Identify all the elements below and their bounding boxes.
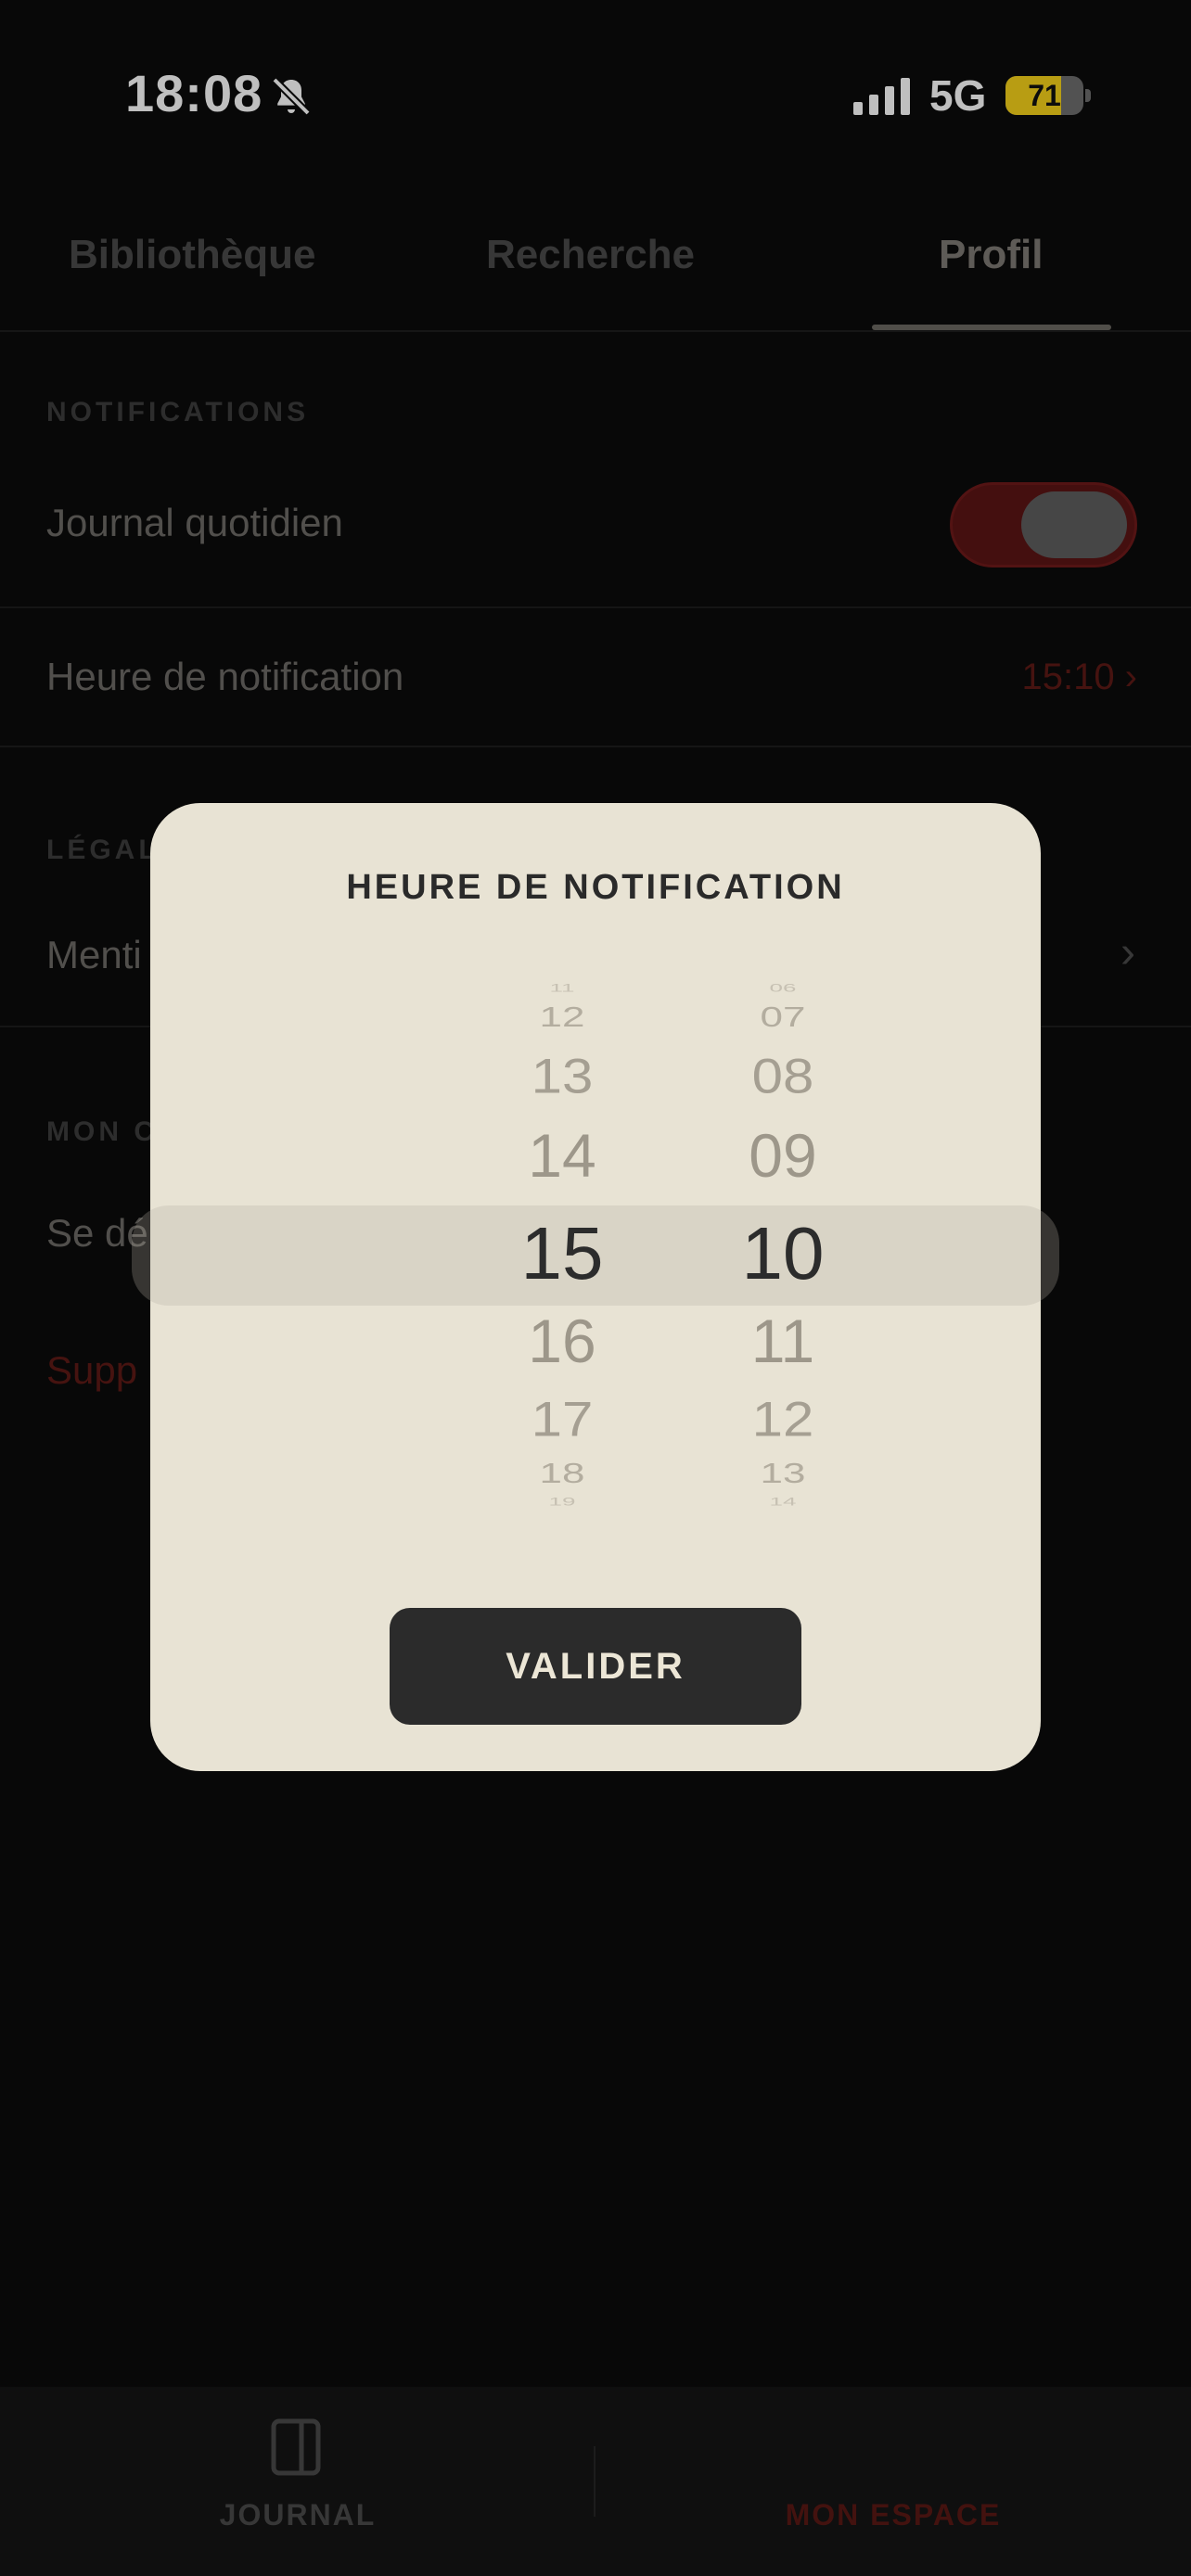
hour-option[interactable]: 11 (469, 982, 655, 995)
minute-option[interactable]: 12 (690, 1391, 876, 1447)
hour-wheel[interactable]: 11 12 13 14 15 16 17 18 19 (469, 979, 655, 1526)
hour-option[interactable]: 19 (469, 1496, 655, 1509)
minute-option[interactable]: 13 (690, 1458, 876, 1490)
time-picker: 11 12 13 14 15 16 17 18 19 06 07 08 09 1… (132, 979, 1059, 1526)
minute-option[interactable]: 08 (690, 1048, 876, 1104)
minute-selected[interactable]: 10 (690, 1211, 876, 1296)
minute-option[interactable]: 14 (690, 1496, 876, 1509)
minute-option[interactable]: 06 (690, 982, 876, 995)
minute-option[interactable]: 07 (690, 1001, 876, 1034)
hour-option[interactable]: 12 (469, 1001, 655, 1034)
modal-title: HEURE DE NOTIFICATION (346, 868, 845, 907)
confirm-button[interactable]: VALIDER (390, 1608, 801, 1725)
hour-option[interactable]: 16 (469, 1306, 655, 1376)
screen: 18:08 5G 71 Bibliothèque Recherche Profi… (0, 0, 1191, 2576)
hour-option[interactable]: 14 (469, 1120, 655, 1191)
time-picker-modal: HEURE DE NOTIFICATION 11 12 13 14 15 16 … (132, 803, 1059, 1771)
minute-option[interactable]: 09 (690, 1120, 876, 1191)
hour-option[interactable]: 17 (469, 1391, 655, 1447)
hour-option[interactable]: 13 (469, 1048, 655, 1104)
hour-option[interactable]: 18 (469, 1458, 655, 1490)
minute-option[interactable]: 11 (690, 1306, 876, 1376)
hour-selected[interactable]: 15 (469, 1211, 655, 1296)
minute-wheel[interactable]: 06 07 08 09 10 11 12 13 14 (690, 979, 876, 1526)
